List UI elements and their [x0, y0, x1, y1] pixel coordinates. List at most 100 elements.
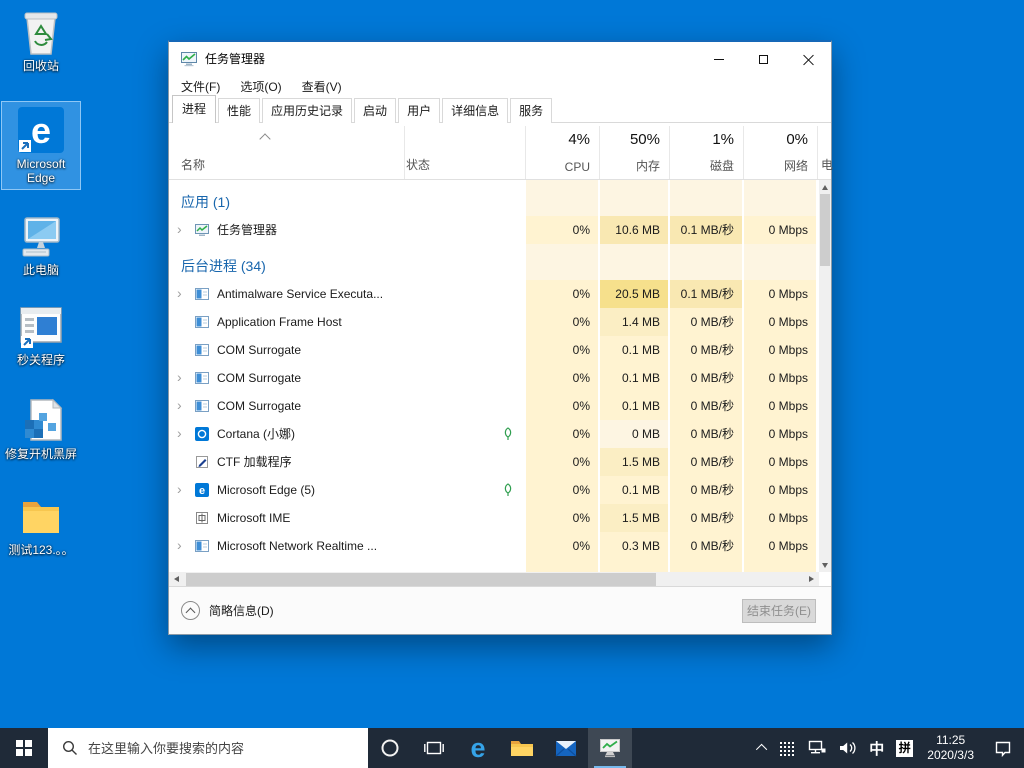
fewer-details-chevron-icon[interactable]	[181, 601, 200, 620]
expand-chevron-icon[interactable]: ›	[177, 280, 182, 306]
desktop-icon-quick-close-app[interactable]: 秒关程序	[2, 302, 80, 367]
network-total-pct: 0%	[786, 131, 808, 148]
process-row[interactable]: › e Microsoft Edge (5) 0% 0.1 MB 0 MB/秒 0 Mbps	[169, 476, 819, 504]
process-row[interactable]: › Microsoft Network Realtime ... 0% 0.3 MB 0…	[169, 532, 819, 560]
process-row[interactable]: › COM Surrogate 0% 0.1 MB 0 MB/秒 0 Mbps	[169, 364, 819, 392]
process-name: 任务管理器	[217, 223, 278, 237]
mem-value-cell: 0.1 MB	[600, 364, 668, 392]
column-name[interactable]: 名称	[181, 156, 205, 173]
mail-icon	[555, 740, 577, 756]
ime-pinyin-indicator[interactable]: 拼	[890, 728, 919, 768]
taskbar-clock[interactable]: 11:25 2020/3/3	[919, 733, 982, 763]
column-memory[interactable]: 50% 内存	[600, 126, 668, 180]
column-cpu[interactable]: 4% CPU	[526, 126, 598, 180]
title-bar[interactable]: 任务管理器	[169, 42, 831, 76]
tab-processes[interactable]: 进程	[172, 95, 217, 123]
process-row[interactable]: CTF 加载程序 0% 1.5 MB 0 MB/秒 0 Mbps	[169, 448, 819, 476]
column-power-partial[interactable]: 电	[821, 156, 833, 173]
cpu-value-cell: 0%	[526, 280, 598, 308]
disk-value-cell: 0 MB/秒	[670, 364, 742, 392]
memory-label: 内存	[635, 159, 660, 173]
process-row[interactable]: › 任务管理器 0% 10.6 MB 0.1 MB/秒 0 Mbps	[169, 216, 819, 244]
group-label: 应用 (1)	[181, 194, 230, 210]
cpu-value-cell: 0%	[526, 308, 598, 336]
scroll-down-icon[interactable]	[819, 558, 831, 572]
action-center-button[interactable]	[982, 728, 1024, 768]
tab-services[interactable]: 服务	[510, 98, 553, 123]
scroll-up-icon[interactable]	[819, 180, 831, 194]
mem-value-cell: 20.5 MB	[600, 280, 668, 308]
process-row[interactable]: COM Surrogate 0% 0.1 MB 0 MB/秒 0 Mbps	[169, 336, 819, 364]
mail-button[interactable]	[544, 728, 588, 768]
expand-chevron-icon[interactable]: ›	[177, 532, 182, 558]
process-row[interactable]: › Antimalware Service Executa... 0% 20.5 MB…	[169, 280, 819, 308]
end-task-button[interactable]: 结束任务(E)	[742, 599, 816, 623]
expand-chevron-icon[interactable]: ›	[177, 476, 182, 502]
process-row[interactable]: › COM Surrogate 0% 0.1 MB 0 MB/秒 0 Mbps	[169, 392, 819, 420]
hidden-icons-button[interactable]	[753, 728, 773, 768]
vertical-scroll-thumb[interactable]	[820, 194, 830, 266]
window-title: 任务管理器	[205, 52, 266, 66]
edge-process-icon: e	[195, 483, 209, 497]
task-view-button[interactable]	[412, 728, 456, 768]
disk-value-cell: 0 MB/秒	[670, 448, 742, 476]
expand-chevron-icon[interactable]: ›	[177, 420, 182, 446]
desktop-icon-test-folder[interactable]: 测试123.。。	[2, 492, 80, 557]
tab-details[interactable]: 详细信息	[442, 98, 509, 123]
cpu-value-cell: 0%	[526, 532, 598, 560]
taskbar-task-manager-button[interactable]	[588, 728, 632, 768]
tab-startup[interactable]: 启动	[354, 98, 397, 123]
maximize-button[interactable]	[741, 42, 786, 76]
file-explorer-button[interactable]	[500, 728, 544, 768]
start-button[interactable]	[0, 728, 48, 768]
net-value-cell: 0 Mbps	[744, 420, 816, 448]
column-network[interactable]: 0% 网络	[744, 126, 816, 180]
net-value-cell: 0 Mbps	[744, 448, 816, 476]
fewer-details-label[interactable]: 简略信息(D)	[209, 587, 274, 635]
expand-chevron-icon[interactable]: ›	[177, 364, 182, 390]
desktop-icon-microsoft-edge[interactable]: e Microsoft Edge	[1, 101, 81, 190]
expand-chevron-icon[interactable]: ›	[177, 392, 182, 418]
vertical-scrollbar[interactable]	[819, 180, 831, 572]
network-button[interactable]	[800, 728, 832, 768]
search-input[interactable]	[88, 740, 338, 756]
tab-users[interactable]: 用户	[398, 98, 441, 123]
recycle-bin-icon	[17, 8, 65, 56]
app-window-icon	[17, 302, 65, 350]
minimize-button[interactable]	[696, 42, 741, 76]
tab-app-history[interactable]: 应用历史记录	[262, 98, 353, 123]
desktop-icon-this-pc[interactable]: 此电脑	[2, 212, 80, 277]
process-row-partial[interactable]	[169, 560, 819, 572]
menu-options[interactable]: 选项(O)	[230, 76, 291, 99]
process-row[interactable]: › Cortana (小娜) 0% 0 MB 0 MB/秒 0 Mbps	[169, 420, 819, 448]
column-status[interactable]: 状态	[406, 156, 430, 173]
taskbar-edge-button[interactable]: e	[456, 728, 500, 768]
tab-performance[interactable]: 性能	[218, 98, 261, 123]
net-value-cell: 0 Mbps	[744, 280, 816, 308]
cortana-button[interactable]	[368, 728, 412, 768]
cpu-value-cell: 0%	[526, 216, 598, 244]
expand-chevron-icon[interactable]: ›	[177, 216, 182, 242]
process-group-header[interactable]: 后台进程 (34)	[169, 252, 819, 280]
taskbar-search[interactable]	[48, 728, 368, 768]
memory-total-pct: 50%	[629, 131, 660, 148]
touch-keyboard-button[interactable]	[773, 728, 800, 768]
menu-view[interactable]: 查看(V)	[292, 76, 352, 99]
horizontal-scrollbar[interactable]	[169, 572, 819, 587]
disk-value-cell: 0 MB/秒	[670, 532, 742, 560]
desktop-icon-recycle-bin[interactable]: 回收站	[2, 8, 80, 73]
generic-process-icon	[195, 539, 209, 553]
mem-value-cell: 1.5 MB	[600, 448, 668, 476]
column-disk[interactable]: 1% 磁盘	[670, 126, 742, 180]
ime-mode-indicator[interactable]: 中	[863, 728, 890, 768]
horizontal-scroll-thumb[interactable]	[186, 573, 656, 586]
scroll-right-icon[interactable]	[803, 572, 819, 587]
desktop-icon-registry-fix[interactable]: 修复开机黑屏	[2, 396, 80, 461]
process-row[interactable]: Application Frame Host 0% 1.4 MB 0 MB/秒 0 Mb…	[169, 308, 819, 336]
scroll-left-icon[interactable]	[169, 572, 185, 587]
close-button[interactable]	[786, 42, 831, 76]
disk-value-cell: 0 MB/秒	[670, 392, 742, 420]
process-group-header[interactable]: 应用 (1)	[169, 188, 819, 216]
process-row[interactable]: Microsoft IME 0% 1.5 MB 0 MB/秒 0 Mbps	[169, 504, 819, 532]
volume-button[interactable]	[832, 728, 863, 768]
